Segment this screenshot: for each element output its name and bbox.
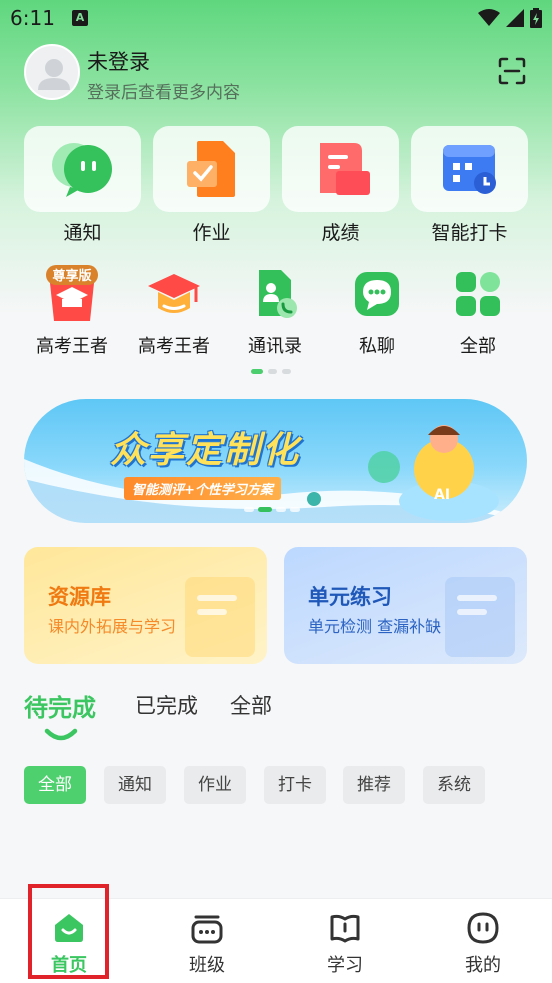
banner-dot — [276, 507, 286, 512]
filter-chip-notice[interactable]: 通知 — [104, 766, 166, 804]
banner-dot — [244, 507, 254, 512]
tile-grades[interactable] — [282, 126, 399, 212]
graduation-cap-icon — [148, 274, 200, 313]
status-time: 6:11 — [10, 6, 55, 30]
login-title[interactable]: 未登录 — [87, 46, 150, 76]
contacts-icon — [259, 270, 297, 318]
filter-chip-checkin[interactable]: 打卡 — [264, 766, 326, 804]
shortcut-chat[interactable] — [342, 266, 412, 322]
scan-icon — [498, 57, 526, 85]
nav-study-label: 学习 — [327, 955, 363, 976]
banner-ai-badge: AI — [434, 487, 451, 503]
shortcut-page-indicator — [251, 369, 291, 374]
login-subtitle: 登录后查看更多内容 — [87, 83, 240, 103]
nav-mine[interactable]: 我的 — [414, 899, 552, 983]
shortcut-all[interactable] — [443, 266, 513, 322]
filter-chip-homework[interactable]: 作业 — [184, 766, 246, 804]
premium-badge: 尊享版 — [52, 268, 91, 284]
unit-practice-title: 单元练习 — [308, 585, 392, 609]
battery-icon — [530, 8, 542, 28]
nav-study[interactable]: 学习 — [276, 899, 414, 983]
unit-practice-card[interactable]: 单元练习 单元检测 查漏补缺 — [284, 547, 527, 664]
nav-mine-label: 我的 — [465, 955, 501, 976]
highlight-annotation-box — [28, 884, 109, 979]
shortcut-contacts-label: 通讯录 — [248, 336, 302, 357]
page-dot — [268, 369, 277, 374]
document-watermark-icon — [185, 577, 255, 657]
promo-banner[interactable]: 众享定制化 智能测评+个性学习方案 AI — [24, 399, 527, 523]
grade-icon — [319, 143, 370, 195]
nav-class-label: 班级 — [189, 955, 225, 976]
chat-bubble-icon — [51, 143, 112, 197]
shortcut-contacts[interactable] — [240, 266, 310, 322]
shortcut-gaokao[interactable] — [139, 266, 209, 322]
tile-checkin-label: 智能打卡 — [431, 222, 508, 244]
banner-subtitle: 智能测评+个性学习方案 — [124, 477, 281, 500]
unit-practice-subtitle: 单元检测 查漏补缺 — [308, 617, 442, 636]
page-dot — [282, 369, 291, 374]
shortcut-gaokao-premium[interactable]: 尊享版 — [37, 265, 107, 322]
nav-class[interactable]: 班级 — [138, 899, 276, 983]
tab-pending[interactable]: 待完成 — [24, 688, 96, 723]
filter-chip-recommend[interactable]: 推荐 — [343, 766, 405, 804]
signal-icon — [506, 9, 524, 27]
status-icons — [478, 8, 542, 28]
graduation-cap-premium-icon: 尊享版 — [46, 265, 98, 321]
scan-button[interactable] — [497, 56, 527, 86]
grid-icon — [456, 272, 500, 316]
shortcut-gaokao-premium-label: 高考王者 — [36, 336, 108, 357]
profile-icon — [467, 912, 499, 944]
shortcut-all-label: 全部 — [460, 336, 496, 357]
tab-active-indicator — [44, 728, 78, 741]
banner-page-indicator — [244, 507, 300, 512]
page-dot — [251, 369, 263, 374]
filter-chip-all[interactable]: 全部 — [24, 766, 86, 804]
resource-library-title: 资源库 — [48, 585, 111, 609]
resource-library-card[interactable]: 资源库 课内外拓展与学习 — [24, 547, 267, 664]
tab-all[interactable]: 全部 — [230, 690, 272, 720]
shortcut-chat-label: 私聊 — [359, 336, 395, 357]
class-icon — [191, 915, 223, 944]
banner-title: 众享定制化 — [110, 430, 301, 471]
tab-completed[interactable]: 已完成 — [135, 690, 198, 720]
document-watermark-icon — [445, 577, 515, 657]
tile-checkin[interactable] — [411, 126, 528, 212]
banner-dot — [290, 507, 300, 512]
filter-chip-system[interactable]: 系统 — [423, 766, 485, 804]
tile-grades-label: 成绩 — [321, 222, 360, 244]
shortcut-gaokao-label: 高考王者 — [138, 336, 210, 357]
message-icon — [355, 272, 399, 316]
avatar[interactable] — [24, 44, 80, 100]
notification-app-icon: A — [72, 10, 88, 26]
banner-dot — [258, 507, 272, 512]
tile-notice[interactable] — [24, 126, 141, 212]
resource-library-subtitle: 课内外拓展与学习 — [48, 617, 177, 636]
tile-homework[interactable] — [153, 126, 270, 212]
tile-homework-label: 作业 — [192, 222, 231, 244]
wifi-icon — [478, 9, 500, 26]
calendar-icon — [442, 145, 496, 194]
book-icon — [330, 914, 360, 943]
status-bar: 6:11 A — [0, 0, 552, 36]
tile-notice-label: 通知 — [63, 222, 102, 244]
homework-icon — [186, 141, 235, 197]
